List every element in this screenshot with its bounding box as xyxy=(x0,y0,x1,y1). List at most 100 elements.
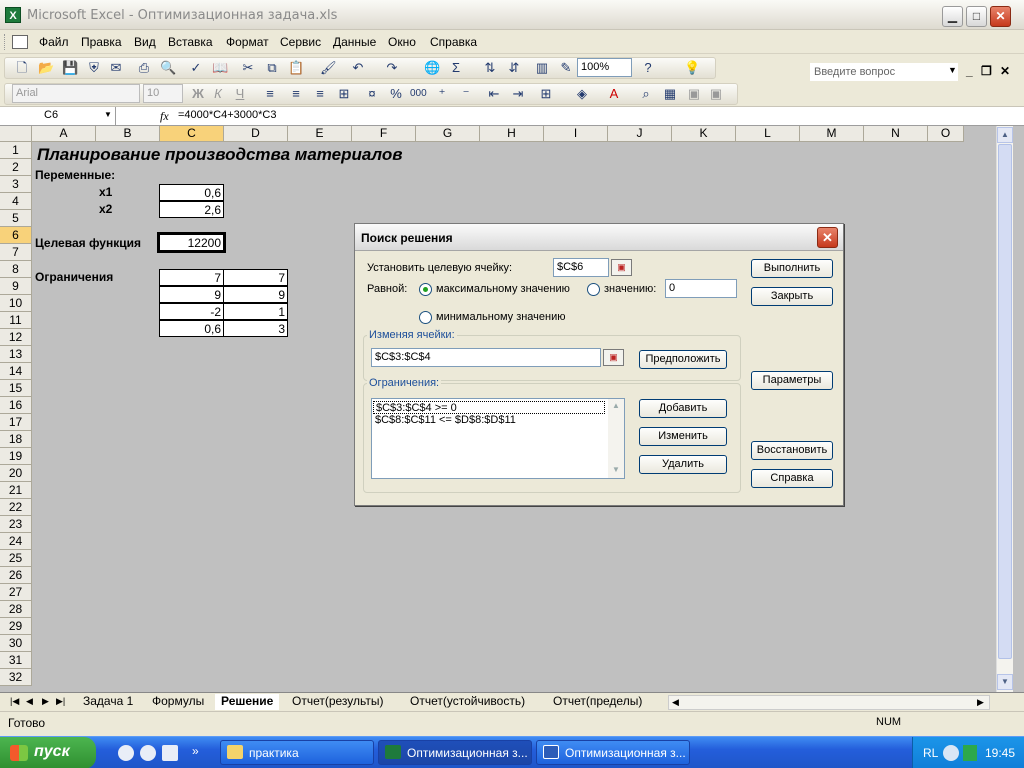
radio-min-label[interactable]: минимальному значению xyxy=(436,311,566,323)
constraints-label-cell[interactable]: Ограничения xyxy=(33,269,115,286)
row-header-19[interactable]: 19 xyxy=(0,448,32,465)
column-header-i[interactable]: I xyxy=(544,126,608,142)
row-header-15[interactable]: 15 xyxy=(0,380,32,397)
column-header-e[interactable]: E xyxy=(288,126,352,142)
column-header-m[interactable]: M xyxy=(800,126,864,142)
excel-app-icon[interactable]: X xyxy=(5,7,21,23)
print-icon[interactable]: ⎙ xyxy=(136,60,152,76)
name-box-dropdown-icon[interactable]: ▼ xyxy=(104,110,112,119)
solver-close-icon[interactable]: ✕ xyxy=(817,227,838,248)
row-header-28[interactable]: 28 xyxy=(0,601,32,618)
scroll-right-icon[interactable]: ▶ xyxy=(977,697,984,708)
column-header-a[interactable]: A xyxy=(32,126,96,142)
constraint-item-2[interactable]: $C$8:$C$11 <= $D$8:$D$11 xyxy=(373,414,605,427)
quicklaunch-media-icon[interactable] xyxy=(140,745,156,761)
row-header-21[interactable]: 21 xyxy=(0,482,32,499)
task-word[interactable]: Оптимизационная з... xyxy=(536,740,690,765)
tab-zadacha1[interactable]: Задача 1 xyxy=(77,694,139,710)
target-cell-input[interactable]: $C$6 xyxy=(553,258,609,277)
list-scroll-up-icon[interactable]: ▲ xyxy=(612,401,620,410)
help-button[interactable]: Справка xyxy=(751,469,833,488)
column-header-l[interactable]: L xyxy=(736,126,800,142)
start-button[interactable]: пуск xyxy=(0,737,96,768)
constraint-c10-cell[interactable]: -2 xyxy=(159,303,224,320)
row-header-5[interactable]: 5 xyxy=(0,210,32,227)
objective-value-cell[interactable]: 12200 xyxy=(157,232,226,253)
row-header-24[interactable]: 24 xyxy=(0,533,32,550)
menu-data[interactable]: Данные xyxy=(333,35,376,49)
undo-icon[interactable]: ↶ xyxy=(350,60,366,76)
drawing-icon[interactable]: ✎ xyxy=(558,60,574,76)
column-header-j[interactable]: J xyxy=(608,126,672,142)
row-header-9[interactable]: 9 xyxy=(0,278,32,295)
row-header-1[interactable]: 1 xyxy=(0,142,32,159)
row-header-17[interactable]: 17 xyxy=(0,414,32,431)
align-right-icon[interactable]: ≡ xyxy=(312,86,328,102)
quicklaunch-app-icon[interactable] xyxy=(162,745,178,761)
constraints-list[interactable]: $C$3:$C$4 >= 0 $C$8:$C$11 <= $D$8:$D$11 … xyxy=(371,398,625,479)
constraint-d9-cell[interactable]: 9 xyxy=(223,286,288,303)
x1-value-cell[interactable]: 0,6 xyxy=(159,184,224,201)
font-name-select[interactable]: Arial xyxy=(12,84,140,103)
menu-insert[interactable]: Вставка xyxy=(168,35,213,49)
tray-app-icon[interactable] xyxy=(943,745,959,761)
menu-tools[interactable]: Сервис xyxy=(280,35,321,49)
row-header-29[interactable]: 29 xyxy=(0,618,32,635)
row-header-26[interactable]: 26 xyxy=(0,567,32,584)
sort-descending-icon[interactable]: ⇵ xyxy=(506,60,522,76)
fx-icon[interactable]: fx xyxy=(160,109,169,124)
menu-file[interactable]: Файл xyxy=(39,35,69,49)
increase-decimal-icon[interactable]: ⁺ xyxy=(434,86,450,102)
thousands-icon[interactable]: 000 xyxy=(410,86,427,102)
maximize-button[interactable]: □ xyxy=(966,6,987,27)
row-header-6[interactable]: 6 xyxy=(0,227,32,244)
permission-icon[interactable]: ⛨ xyxy=(86,60,102,76)
research-icon[interactable]: 📖 xyxy=(212,60,228,76)
row-header-22[interactable]: 22 xyxy=(0,499,32,516)
radio-max[interactable] xyxy=(419,283,432,296)
row-header-32[interactable]: 32 xyxy=(0,669,32,686)
currency-icon[interactable]: ¤ xyxy=(364,86,380,102)
redo-icon[interactable]: ↷ xyxy=(384,60,400,76)
guess-button[interactable]: Предположить xyxy=(639,350,727,369)
radio-value[interactable] xyxy=(587,283,600,296)
save-icon[interactable]: 💾 xyxy=(62,60,78,76)
language-indicator[interactable]: RL xyxy=(923,746,938,760)
reset-all-button[interactable]: Восстановить xyxy=(751,441,833,460)
row-header-20[interactable]: 20 xyxy=(0,465,32,482)
help-icon[interactable]: ? xyxy=(640,60,656,76)
print-preview-icon[interactable]: 🔍 xyxy=(160,60,176,76)
options-button[interactable]: Параметры xyxy=(751,371,833,390)
row-header-8[interactable]: 8 xyxy=(0,261,32,278)
row-header-12[interactable]: 12 xyxy=(0,329,32,346)
column-header-g[interactable]: G xyxy=(416,126,480,142)
underline-icon[interactable]: Ч xyxy=(232,86,248,102)
vertical-scroll-thumb[interactable] xyxy=(998,144,1012,659)
menu-window[interactable]: Окно xyxy=(388,35,416,49)
copy-icon[interactable]: ⧉ xyxy=(264,60,280,76)
target-cell-collapse-icon[interactable]: ▣ xyxy=(611,259,632,276)
row-header-13[interactable]: 13 xyxy=(0,346,32,363)
row-header-30[interactable]: 30 xyxy=(0,635,32,652)
quicklaunch-browser-icon[interactable] xyxy=(118,745,134,761)
name-box[interactable]: C6 xyxy=(4,107,116,125)
column-header-o[interactable]: O xyxy=(928,126,964,142)
row-header-7[interactable]: 7 xyxy=(0,244,32,261)
open-icon[interactable]: 📂 xyxy=(38,60,54,76)
fill-color-icon[interactable]: ◈ xyxy=(574,86,590,102)
value-of-input[interactable]: 0 xyxy=(665,279,737,298)
row-header-14[interactable]: 14 xyxy=(0,363,32,380)
column-header-f[interactable]: F xyxy=(352,126,416,142)
x2-value-cell[interactable]: 2,6 xyxy=(159,201,224,218)
scroll-up-icon[interactable]: ▲ xyxy=(997,127,1013,143)
chart-wizard-icon[interactable]: ▥ xyxy=(534,60,550,76)
column-header-b[interactable]: B xyxy=(96,126,160,142)
tab-otchet-predely[interactable]: Отчет(пределы) xyxy=(547,694,648,710)
formula-input[interactable]: =4000*C4+3000*C3 xyxy=(178,109,276,121)
sort-ascending-icon[interactable]: ⇅ xyxy=(482,60,498,76)
select-all-corner[interactable] xyxy=(0,126,32,142)
last-sheet-icon[interactable]: ▶| xyxy=(56,696,65,707)
quicklaunch-more-icon[interactable]: » xyxy=(192,744,199,758)
tab-otchet-rezulty[interactable]: Отчет(результы) xyxy=(286,694,389,710)
spelling-icon[interactable]: ✓ xyxy=(188,60,204,76)
